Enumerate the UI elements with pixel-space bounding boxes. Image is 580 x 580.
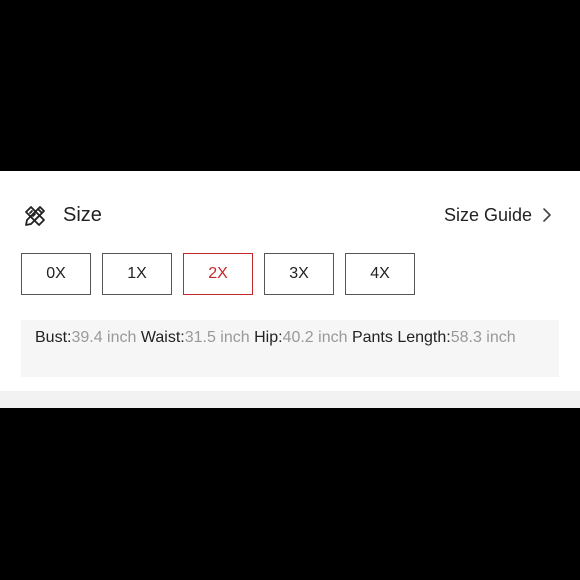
size-option-0x[interactable]: 0X [21,253,91,295]
size-option-label: 4X [370,265,390,282]
size-guide-label: Size Guide [443,205,532,225]
screen: Size Size Guide 0X 1X 2X 3X 4X Bust:39.4… [0,0,580,580]
size-selector-panel: Size Size Guide 0X 1X 2X 3X 4X Bust:39.4… [0,171,580,408]
section-divider [0,391,580,408]
pants-length-value: 58.3 inch [450,329,516,346]
waist-value: 31.5 inch [184,329,250,346]
size-title: Size [63,204,102,226]
ruler-pencil-icon [25,206,45,226]
size-measurements: Bust:39.4 inch Waist:31.5 inch Hip:40.2 … [21,320,559,377]
size-option-4x[interactable]: 4X [345,253,415,295]
size-option-label: 3X [289,265,309,282]
bust-label: Bust: [35,329,72,346]
size-option-label: 1X [127,265,147,282]
size-option-1x[interactable]: 1X [102,253,172,295]
pants-length-label: Pants Length: [351,329,451,346]
size-option-3x[interactable]: 3X [264,253,334,295]
size-guide-link[interactable]: Size Guide [444,203,552,227]
hip-label: Hip: [254,329,283,346]
hip-value: 40.2 inch [282,329,348,346]
size-option-label: 0X [46,265,66,282]
size-option-2x[interactable]: 2X [183,253,253,295]
size-option-label: 2X [208,265,228,282]
size-options: 0X 1X 2X 3X 4X [21,253,426,295]
chevron-right-icon [543,208,551,222]
waist-label: Waist: [140,329,185,346]
size-header: Size Size Guide [0,171,580,261]
bust-value: 39.4 inch [71,329,137,346]
